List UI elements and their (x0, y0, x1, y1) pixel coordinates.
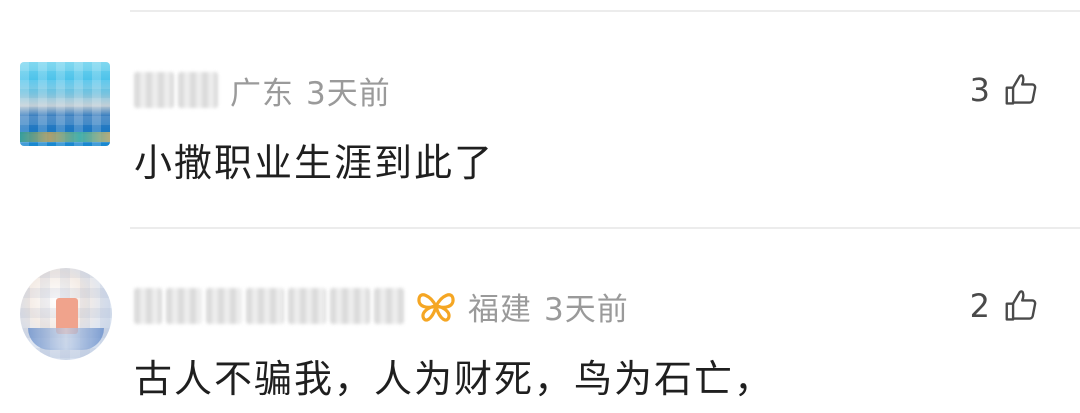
avatar-reef (20, 132, 110, 142)
username-blur-block (134, 72, 174, 108)
username-blur-block (206, 288, 242, 324)
like-button[interactable]: 2 (970, 286, 1040, 326)
like-button[interactable]: 3 (970, 70, 1040, 110)
avatar-wave (28, 328, 104, 350)
username-blur-block (178, 72, 218, 108)
username-blur-block (330, 288, 370, 324)
time-label: 3天前 (544, 291, 629, 328)
comment-header: 广东 3天前 (134, 68, 391, 113)
like-count: 3 (969, 71, 990, 109)
username-blur-block (288, 288, 326, 324)
username-blurred[interactable] (134, 288, 404, 324)
time-label: 3天前 (306, 75, 391, 112)
avatar[interactable] (20, 62, 110, 146)
location-label: 广东 (230, 75, 294, 112)
comment-header: 福建 3天前 (134, 284, 629, 329)
like-count: 2 (969, 287, 990, 325)
username-blur-block (374, 288, 404, 324)
divider (130, 10, 1080, 12)
thumbs-up-icon (1002, 287, 1040, 325)
username-blurred[interactable] (134, 72, 218, 108)
comment-meta: 广东 3天前 (230, 68, 391, 113)
comment-meta: 福建 3天前 (468, 284, 629, 329)
username-blur-block (246, 288, 284, 324)
comment-list: 广东 3天前 小撒职业生涯到此了 3 福建 3天前 古人不骗我，人为财死，鸟为石… (0, 0, 1080, 413)
thumbs-up-icon (1002, 71, 1040, 109)
username-blur-block (166, 288, 202, 324)
vip-badge-icon[interactable] (416, 289, 456, 323)
divider (130, 227, 1080, 229)
location-label: 福建 (468, 291, 532, 328)
comment-text: 小撒职业生涯到此了 (134, 141, 495, 185)
comment-text: 古人不骗我，人为财死，鸟为石亡， (134, 357, 775, 401)
username-blur-block (134, 288, 162, 324)
avatar[interactable] (20, 268, 112, 360)
